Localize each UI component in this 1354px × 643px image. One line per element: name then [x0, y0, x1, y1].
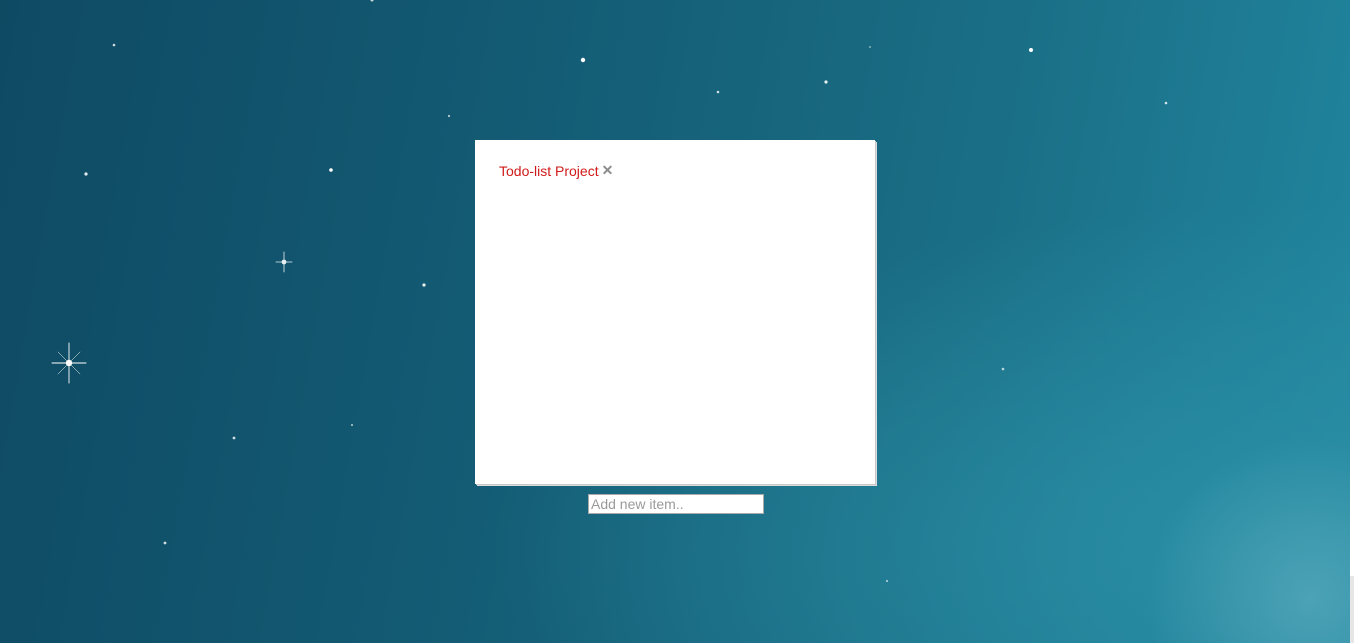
- todo-item-label: Todo-list Project: [499, 162, 599, 179]
- new-item-input[interactable]: [588, 494, 764, 514]
- scrollbar-track[interactable]: [1350, 0, 1354, 643]
- todo-list-panel: Todo-list Project ✕: [475, 140, 875, 484]
- cloud-glow: [1134, 423, 1354, 643]
- close-icon[interactable]: ✕: [602, 162, 614, 179]
- scrollbar-thumb[interactable]: [1350, 0, 1354, 576]
- todo-item: Todo-list Project ✕: [499, 162, 613, 179]
